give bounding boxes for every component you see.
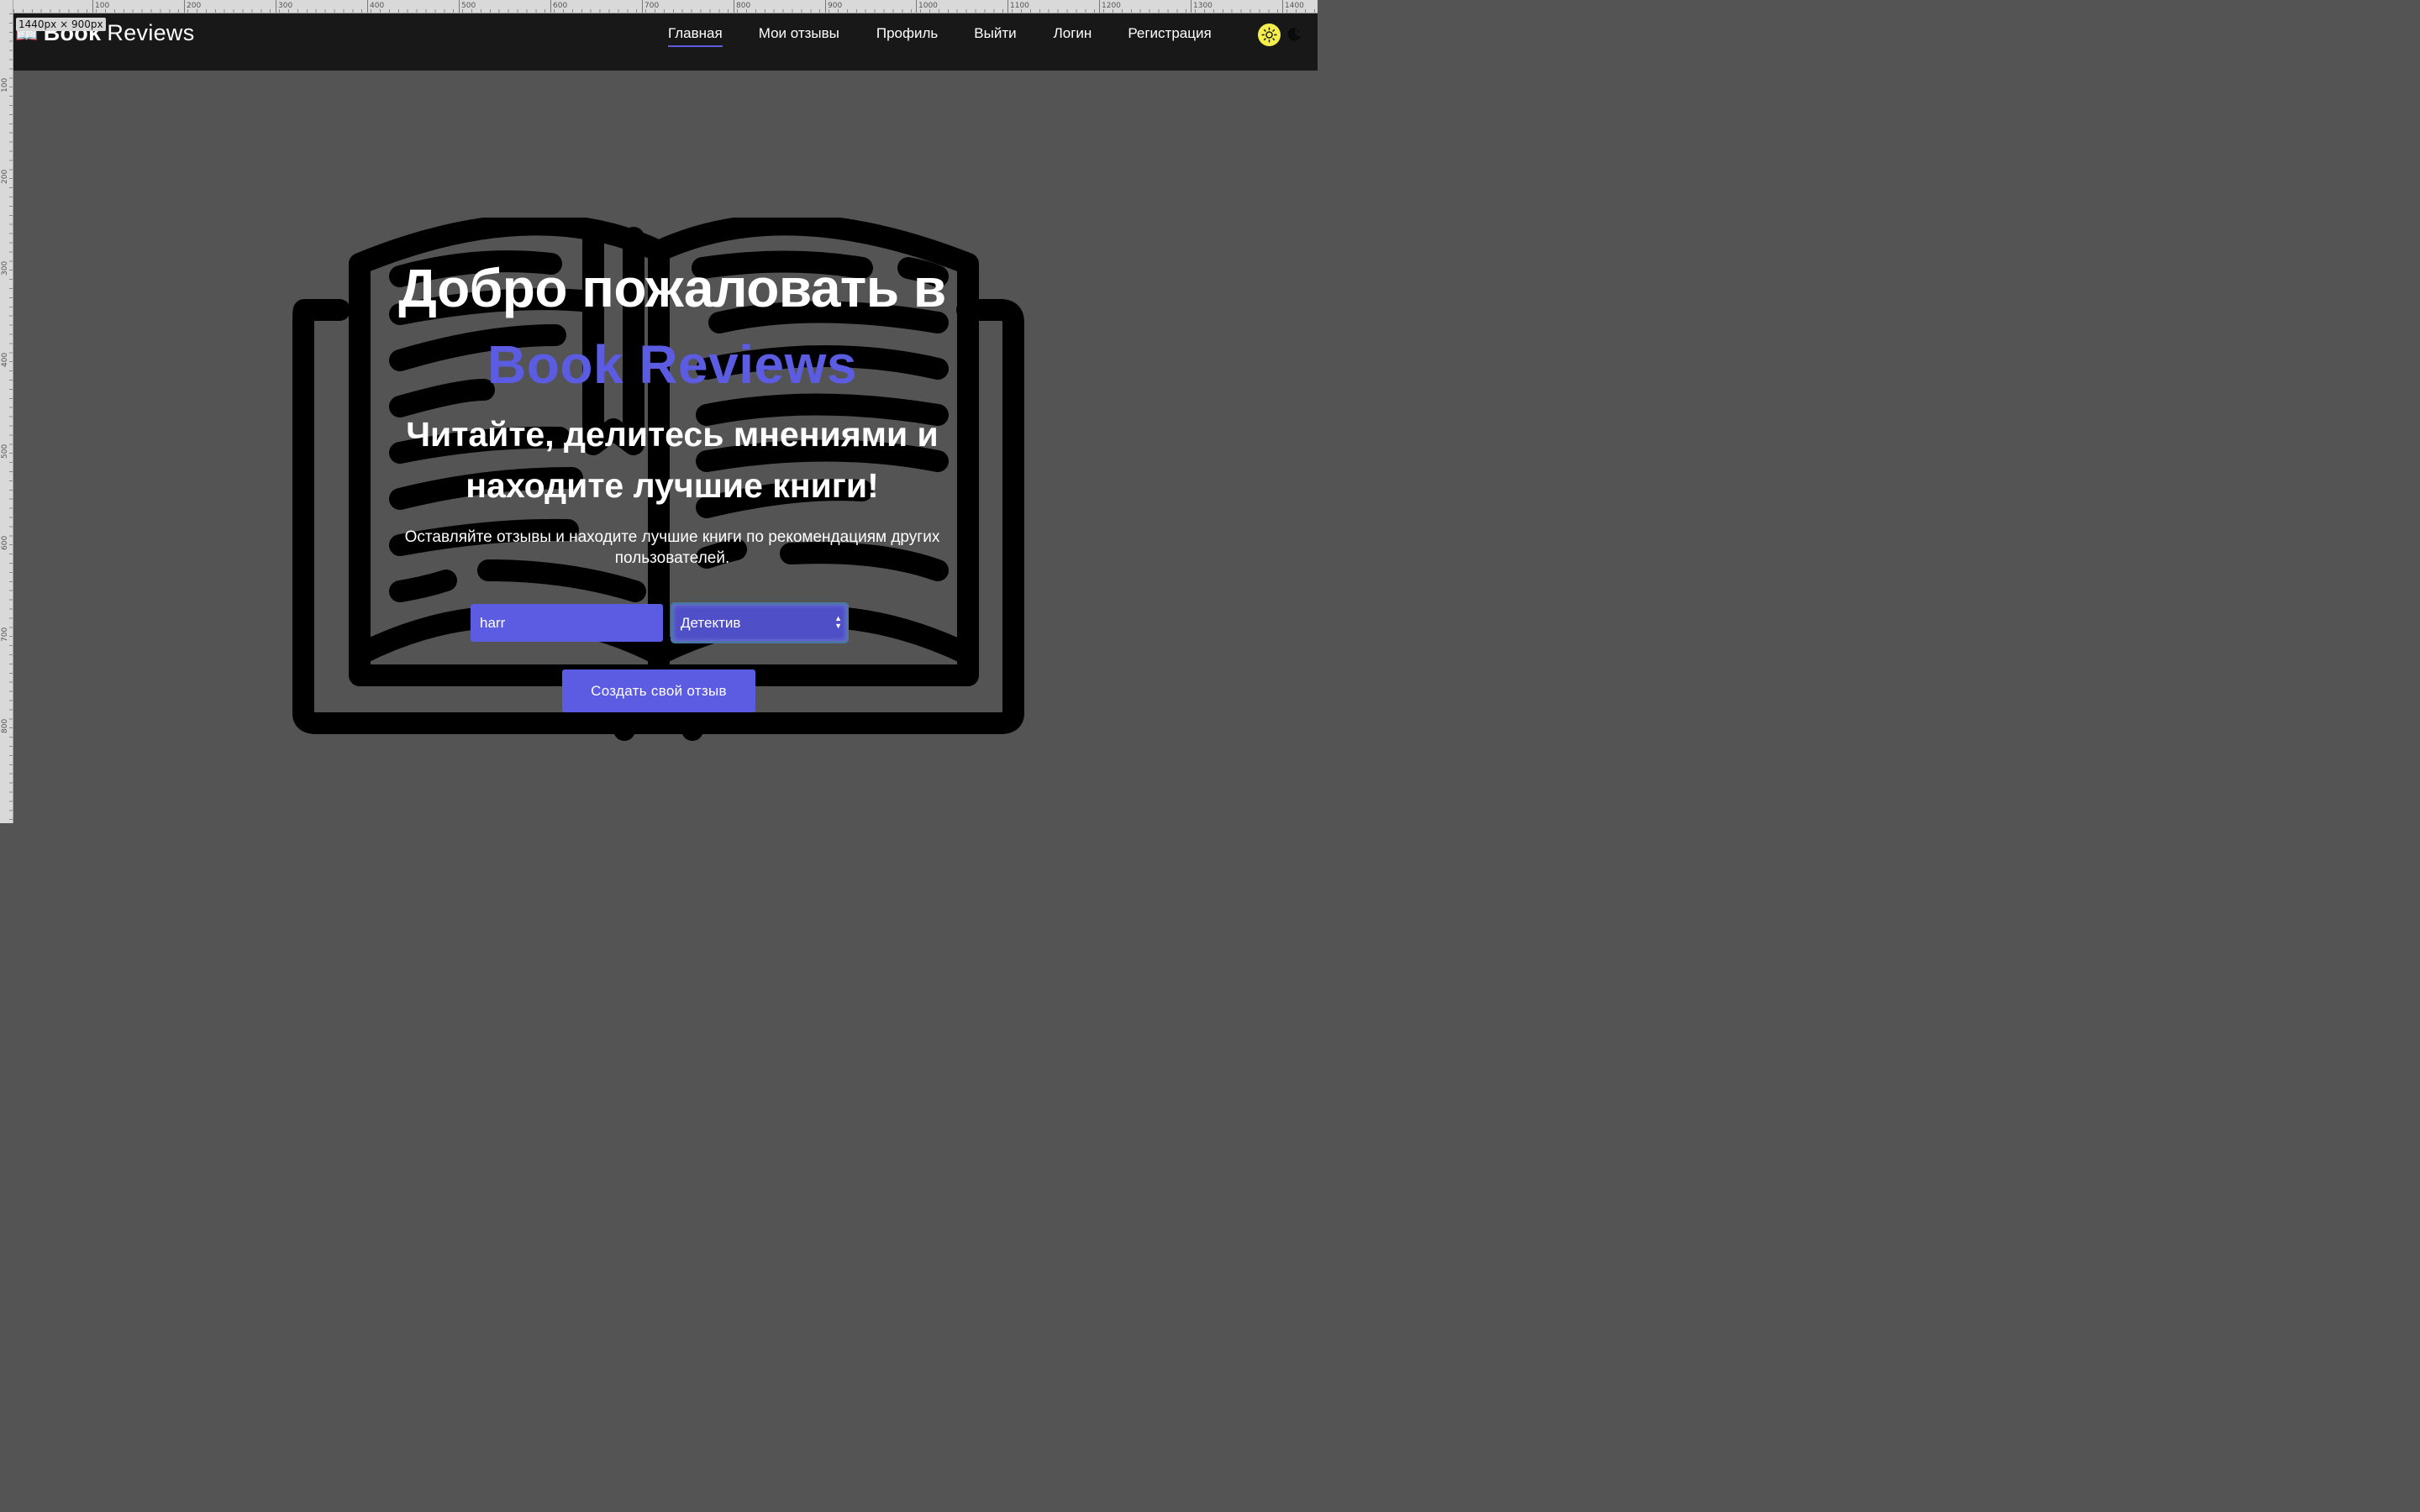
ruler-label: 1400 [1282, 0, 1304, 13]
nav-login[interactable]: Логин [1054, 25, 1092, 45]
ruler-label: 900 [824, 0, 843, 13]
hero-description: Оставляйте отзывы и находите лучшие книг… [404, 528, 940, 567]
navbar: 📖 Book Reviews Главная Мои отзывы Профил… [13, 13, 1318, 71]
ruler-label: 200 [1, 169, 9, 184]
moon-icon[interactable] [1282, 24, 1305, 46]
genre-select[interactable]: Детектив ▲ ▼ [671, 602, 849, 643]
ruler-label: 400 [1, 352, 9, 367]
nav-my-reviews[interactable]: Мои отзывы [759, 25, 839, 45]
nav-links: Главная Мои отзывы Профиль Выйти Логин Р… [668, 25, 1212, 47]
select-arrows-icon: ▲ ▼ [834, 614, 842, 630]
ruler-label: 1000 [916, 0, 938, 13]
ruler-label: 700 [1, 627, 9, 642]
search-input[interactable] [471, 604, 663, 642]
hero-subtitle: Читайте, делитесь мнениями и находите лу… [406, 415, 939, 505]
ruler-label: 700 [641, 0, 660, 13]
ruler-label: 1300 [1191, 0, 1213, 13]
ruler-label: 1100 [1007, 0, 1029, 13]
ruler-label: 100 [1, 77, 9, 92]
hero-section: Добро пожаловать в Book Reviews Читайте,… [13, 71, 1318, 823]
ruler-label: 300 [275, 0, 293, 13]
hero-title-brand: Book Reviews [487, 334, 857, 395]
ruler-label: 1200 [1099, 0, 1121, 13]
create-review-button[interactable]: Создать свой отзыв [562, 669, 755, 712]
brand-name-regular: Reviews [107, 20, 195, 45]
theme-toggle[interactable] [1258, 23, 1305, 46]
ruler-top: 100 200 300 400 500 600 700 800 900 1000… [0, 0, 1318, 13]
nav-home[interactable]: Главная [668, 25, 723, 47]
ruler-label: 800 [1, 718, 9, 733]
ruler-label: 600 [550, 0, 568, 13]
ruler-label: 400 [366, 0, 385, 13]
ruler-label: 500 [458, 0, 476, 13]
viewport-size-badge: 1440px × 900px [16, 18, 106, 31]
ruler-label: 300 [1, 260, 9, 276]
nav-profile[interactable]: Профиль [876, 25, 938, 45]
ruler-label: 500 [1, 444, 9, 459]
ruler-label: 800 [733, 0, 751, 13]
nav-logout[interactable]: Выйти [974, 25, 1016, 45]
sun-icon[interactable] [1258, 23, 1281, 46]
ruler-label: 600 [1, 535, 9, 550]
ruler-label: 200 [183, 0, 202, 13]
ruler-label: 100 [92, 0, 110, 13]
genre-select-value: Детектив [681, 614, 741, 631]
ruler-left: 100 200 300 400 500 600 700 800 [0, 0, 13, 823]
hero-title: Добро пожаловать в [398, 258, 946, 318]
hero-content: Добро пожаловать в Book Reviews Читайте,… [27, 71, 1318, 823]
nav-register[interactable]: Регистрация [1128, 25, 1211, 45]
